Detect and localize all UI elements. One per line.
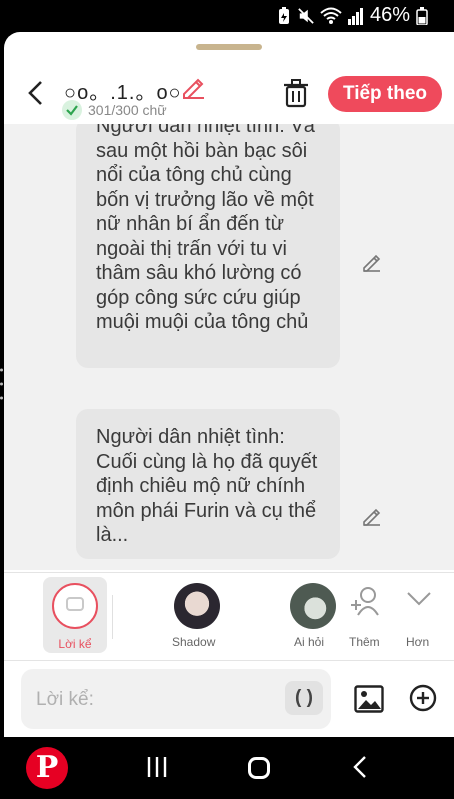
parenthesis-button[interactable]: ( ) (285, 681, 323, 715)
character-toolbar: Lời kể Shadow Ai hỏi Thêm Hơn (4, 572, 454, 660)
character-counter: 301/300 chữ (88, 102, 167, 118)
add-character-icon[interactable] (350, 585, 382, 617)
home-icon[interactable] (248, 757, 270, 779)
battery-percent: 46% (369, 4, 410, 26)
edge-handle-icon[interactable] (0, 366, 3, 402)
battery-icon (416, 6, 428, 25)
battery-saver-icon (278, 6, 289, 24)
next-button[interactable]: Tiếp theo (328, 76, 442, 112)
input-placeholder: Lời kể: (36, 689, 94, 710)
divider (112, 595, 113, 639)
trash-icon[interactable] (282, 78, 310, 108)
avatar-shadow[interactable] (174, 583, 220, 629)
status-bar: 46% (0, 0, 454, 32)
narrator-selector[interactable]: Lời kể (43, 577, 107, 653)
edit-message-icon[interactable] (360, 250, 384, 274)
editor-header: ○o。.1.。o○ 301/300 chữ Tiếp theo (4, 32, 454, 124)
avatar-ai-hoi[interactable] (290, 583, 336, 629)
check-icon (62, 100, 82, 120)
signal-icon (347, 7, 363, 25)
message-input[interactable]: Lời kể: ( ) (21, 669, 331, 729)
back-arrow-icon[interactable] (26, 80, 46, 106)
wifi-icon (320, 7, 342, 24)
add-plus-icon[interactable] (409, 684, 437, 712)
character-name: Ai hỏi (294, 635, 325, 649)
composer: Lời kể: ( ) (4, 660, 454, 737)
message-list[interactable]: Người dân nhiệt tình: Và sau một hồi bàn… (4, 124, 454, 570)
nav-back-icon[interactable] (352, 755, 368, 779)
system-nav-bar: P (0, 737, 454, 799)
recents-icon[interactable] (146, 757, 168, 777)
message-bubble[interactable]: Người dân nhiệt tình: Và sau một hồi bàn… (76, 124, 340, 368)
narrator-label: Lời kể (58, 637, 92, 651)
more-label[interactable]: Hơn (406, 635, 429, 649)
mute-icon (298, 7, 314, 24)
chevron-down-icon[interactable] (406, 591, 432, 607)
add-label[interactable]: Thêm (349, 635, 380, 649)
character-name: Shadow (172, 635, 216, 649)
edit-message-icon[interactable] (360, 504, 384, 528)
narrator-icon (52, 583, 98, 629)
status-icons: 46% (276, 4, 428, 27)
edit-title-icon[interactable] (180, 74, 206, 100)
story-editor-sheet: Người dân nhiệt tình: Và sau một hồi bàn… (4, 32, 454, 737)
message-bubble[interactable]: Người dân nhiệt tình: Cuối cùng là họ đã… (76, 409, 340, 559)
message-text: Người dân nhiệt tình: Và sau một hồi bàn… (96, 124, 315, 333)
pinterest-app-icon[interactable]: P (26, 747, 68, 789)
message-text: Người dân nhiệt tình: Cuối cùng là họ đã… (96, 426, 318, 546)
image-icon[interactable] (354, 685, 384, 713)
